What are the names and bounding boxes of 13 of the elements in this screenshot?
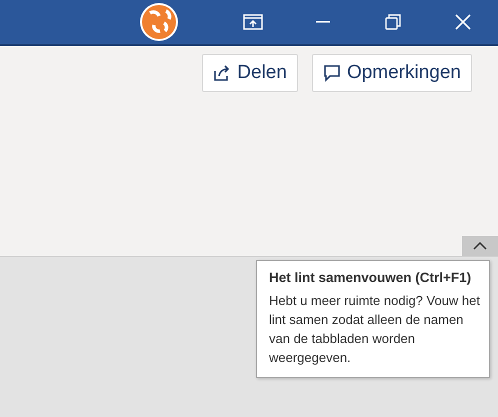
logo-icon[interactable] (140, 3, 178, 41)
comment-icon (322, 64, 341, 82)
window-upload-icon (243, 14, 263, 30)
share-icon (213, 64, 232, 82)
comments-button[interactable]: Opmerkingen (312, 54, 472, 92)
restore-icon (385, 14, 401, 30)
collapse-ribbon-button[interactable] (462, 236, 498, 256)
tooltip-title: Het lint samenvouwen (Ctrl+F1) (269, 270, 472, 285)
minimize-icon (316, 21, 330, 23)
chevron-up-icon (473, 242, 487, 250)
close-icon (455, 14, 471, 30)
tooltip-text: Hebt u meer ruimte nodig? Vouw het lint samen zodat alleen de namen van de tabbladen worden weergegeven. (269, 292, 481, 367)
share-button[interactable]: Delen (202, 54, 298, 92)
